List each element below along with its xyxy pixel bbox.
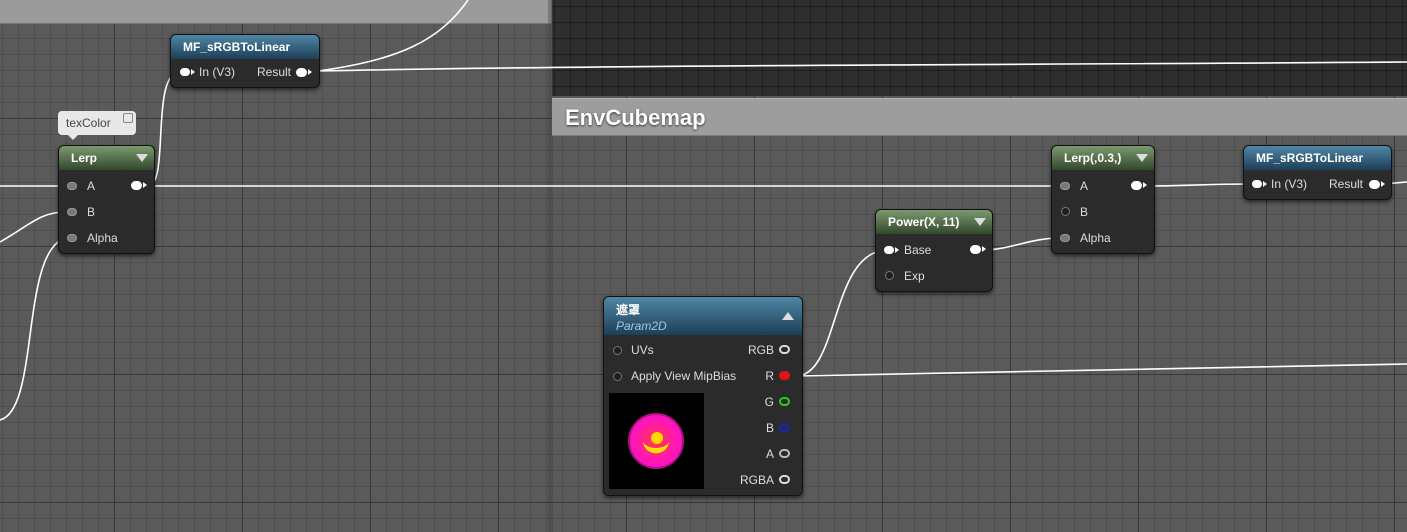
wire-srgb-to-right [317,61,1407,72]
node-title: MF_sRGBToLinear [183,40,291,54]
pin-label-r: R [765,369,774,383]
node-header[interactable]: Lerp(,0.3,) [1052,146,1154,170]
pin-label-exp: Exp [904,269,925,283]
node-title: Lerp(,0.3,) [1064,151,1122,165]
output-pin[interactable] [970,245,981,254]
pin-label-alpha: Alpha [87,231,118,245]
pin-arrow-icon [1263,181,1267,187]
pin-label-b: B [1080,205,1089,219]
pin-arrow-icon [895,247,899,253]
node-header[interactable]: MF_sRGBToLinear [1244,146,1391,170]
node-subtitle: Param2D [616,319,667,333]
pin-label-base: Base [904,243,932,257]
pin-label-a: A [1080,179,1089,193]
node-header[interactable]: Lerp [59,146,154,170]
output-pin-result[interactable] [296,68,307,77]
output-pin-g[interactable] [779,397,790,406]
input-pin-in-v3[interactable] [180,68,190,76]
node-header[interactable]: 遮罩 Param2D [604,297,802,335]
pin-label-b: B [765,421,774,435]
output-pin-a[interactable] [779,449,790,458]
node-power[interactable]: Power(X, 11) Base Exp [875,209,993,292]
pin-label-b: B [87,205,96,219]
pin-label-a: A [87,179,96,193]
pin-arrow-icon [982,246,986,252]
pin-label-uvs: UVs [631,343,654,357]
collapse-icon[interactable] [974,218,986,226]
node-srgb-to-linear-top[interactable]: MF_sRGBToLinear In (V3) Result [170,34,320,88]
output-pin-result[interactable] [1369,180,1380,189]
node-comment-bubble[interactable]: texColor [58,111,136,140]
wire-r-to-right [795,363,1407,377]
node-lerp-right[interactable]: Lerp(,0.3,) A B Alpha [1051,145,1155,254]
pin-label-rgb: RGB [747,343,774,357]
input-pin-b[interactable] [1061,207,1070,216]
input-pin-a[interactable] [1060,182,1070,190]
node-texture-param2d[interactable]: 遮罩 Param2D UVs Apply View MipBias RGB R … [603,296,803,496]
wire-top-curve [317,0,469,72]
output-pin-rgb[interactable] [779,345,790,354]
input-pin-b[interactable] [67,208,77,216]
output-pin[interactable] [131,181,142,190]
pin-label-result: Result [1329,177,1364,191]
expand-icon[interactable] [782,312,794,320]
input-pin-alpha[interactable] [1060,234,1070,242]
node-title: Lerp [71,151,98,165]
output-pin[interactable] [1131,181,1142,190]
pin-label-a: A [765,447,774,461]
input-pin-uvs[interactable] [613,346,622,355]
pin-arrow-icon [143,182,147,188]
pin-arrow-icon [1381,181,1385,187]
node-title: Power(X, 11) [888,215,960,229]
collapse-icon[interactable] [136,154,148,162]
wire-lerp-alpha-in [0,237,67,421]
output-pin-b[interactable] [779,423,790,432]
wire-lerp-b-in [0,211,67,243]
wire-lerp2-out [1142,183,1251,187]
output-pin-rgba[interactable] [779,475,790,484]
pin-label-result: Result [257,65,292,79]
node-header[interactable]: MF_sRGBToLinear [171,35,319,59]
input-pin-alpha[interactable] [67,234,77,242]
pin-label-apply-view-mipbias: Apply View MipBias [631,369,737,383]
node-lerp-left[interactable]: Lerp A B Alpha [58,145,155,254]
texture-preview-image [609,393,704,489]
wire-power-to-lerp2 [982,237,1061,251]
pin-label-in: In (V3) [1271,177,1308,191]
pin-arrow-icon [191,69,195,75]
input-pin-a[interactable] [67,182,77,190]
comment-bubble-text: texColor [66,116,111,130]
input-pin-exp[interactable] [885,271,894,280]
node-header[interactable]: Power(X, 11) [876,210,992,234]
input-pin-in-v3[interactable] [1252,180,1262,188]
node-title: MF_sRGBToLinear [1256,151,1364,165]
pin-label-g: G [764,395,774,409]
node-title: 遮罩 [616,303,641,317]
input-pin-base[interactable] [884,246,894,254]
pin-icon[interactable] [123,113,133,123]
preview-graphic [628,413,684,469]
pin-label-alpha: Alpha [1080,231,1111,245]
output-pin-r[interactable] [779,371,790,380]
node-srgb-to-linear-right[interactable]: MF_sRGBToLinear In (V3) Result [1243,145,1392,200]
pin-arrow-icon [308,69,312,75]
input-pin-apply-view-mipbias[interactable] [613,372,622,381]
pin-label-rgba: RGBA [739,473,774,487]
pin-arrow-icon [1143,182,1147,188]
pin-label-in: In (V3) [199,65,236,79]
collapse-icon[interactable] [1136,154,1148,162]
